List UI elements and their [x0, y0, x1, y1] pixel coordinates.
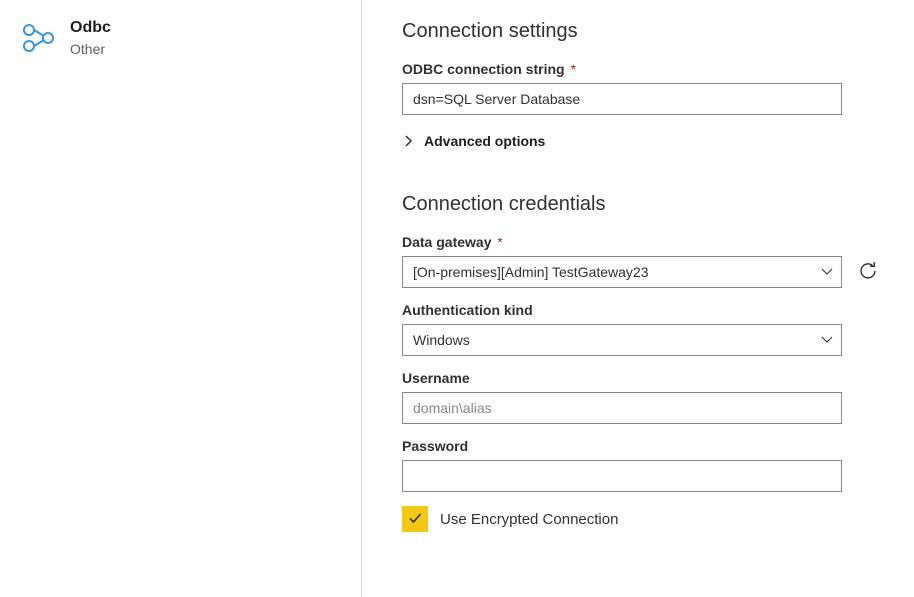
encrypted-connection-field: Use Encrypted Connection: [402, 506, 884, 532]
form-panel: Connection settings ODBC connection stri…: [362, 0, 914, 597]
connection-string-field: ODBC connection string *: [402, 61, 884, 115]
checkmark-icon: [407, 510, 423, 529]
password-field: Password: [402, 438, 884, 492]
auth-kind-field: Authentication kind Windows: [402, 302, 884, 356]
encrypted-checkbox[interactable]: [402, 506, 428, 532]
auth-kind-label: Authentication kind: [402, 302, 884, 318]
password-input[interactable]: [402, 460, 842, 492]
settings-heading: Connection settings: [402, 20, 884, 43]
connector-info: Odbc Other: [20, 18, 341, 58]
username-field: Username: [402, 370, 884, 424]
required-indicator: *: [570, 61, 575, 77]
connection-string-input[interactable]: [402, 83, 842, 115]
gateway-select[interactable]: [On-premises][Admin] TestGateway23: [402, 256, 842, 288]
odbc-icon: [20, 18, 56, 54]
connector-subtitle: Other: [70, 40, 111, 58]
chevron-down-icon: [819, 263, 835, 282]
gateway-field: Data gateway * [On-premises][Admin] Test…: [402, 234, 884, 288]
password-label: Password: [402, 438, 884, 454]
connection-string-label: ODBC connection string *: [402, 61, 884, 77]
username-input[interactable]: [402, 392, 842, 424]
connector-panel: Odbc Other: [0, 0, 362, 597]
required-indicator: *: [497, 234, 502, 250]
gateway-label-text: Data gateway: [402, 234, 491, 250]
username-label: Username: [402, 370, 884, 386]
auth-kind-select-value: Windows: [413, 332, 470, 348]
auth-kind-select[interactable]: Windows: [402, 324, 842, 356]
gateway-select-value: [On-premises][Admin] TestGateway23: [413, 264, 649, 280]
chevron-down-icon: [819, 331, 835, 350]
refresh-gateway-button[interactable]: [856, 260, 880, 284]
encrypted-checkbox-label: Use Encrypted Connection: [440, 511, 618, 528]
credentials-heading: Connection credentials: [402, 193, 884, 216]
connector-title: Odbc: [70, 18, 111, 38]
gateway-label: Data gateway *: [402, 234, 884, 250]
refresh-icon: [857, 260, 879, 285]
connection-string-label-text: ODBC connection string: [402, 61, 565, 77]
advanced-options-toggle[interactable]: Advanced options: [402, 133, 545, 149]
advanced-options-label: Advanced options: [424, 133, 545, 149]
chevron-right-icon: [402, 134, 416, 148]
